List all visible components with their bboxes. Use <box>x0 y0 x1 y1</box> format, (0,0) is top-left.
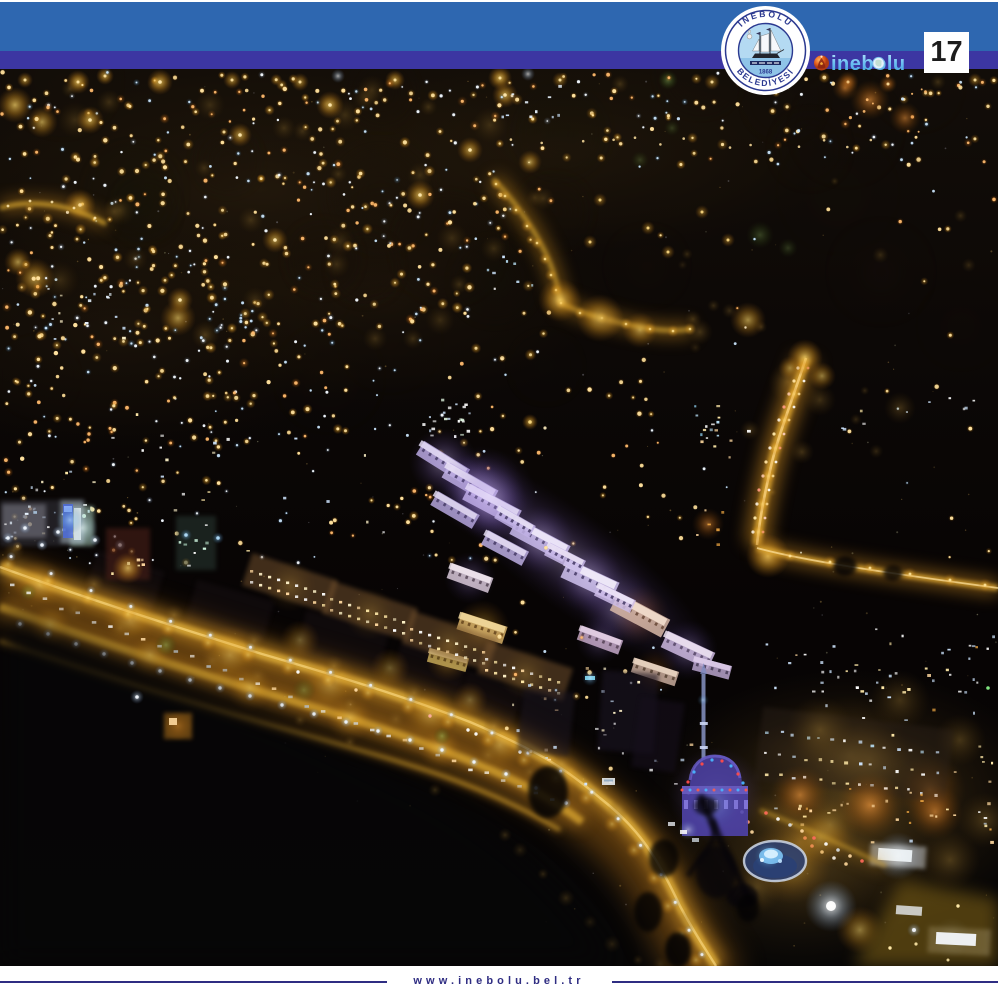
svg-text:inebolu: inebolu <box>831 53 906 75</box>
svg-text:1868: 1868 <box>759 70 773 76</box>
